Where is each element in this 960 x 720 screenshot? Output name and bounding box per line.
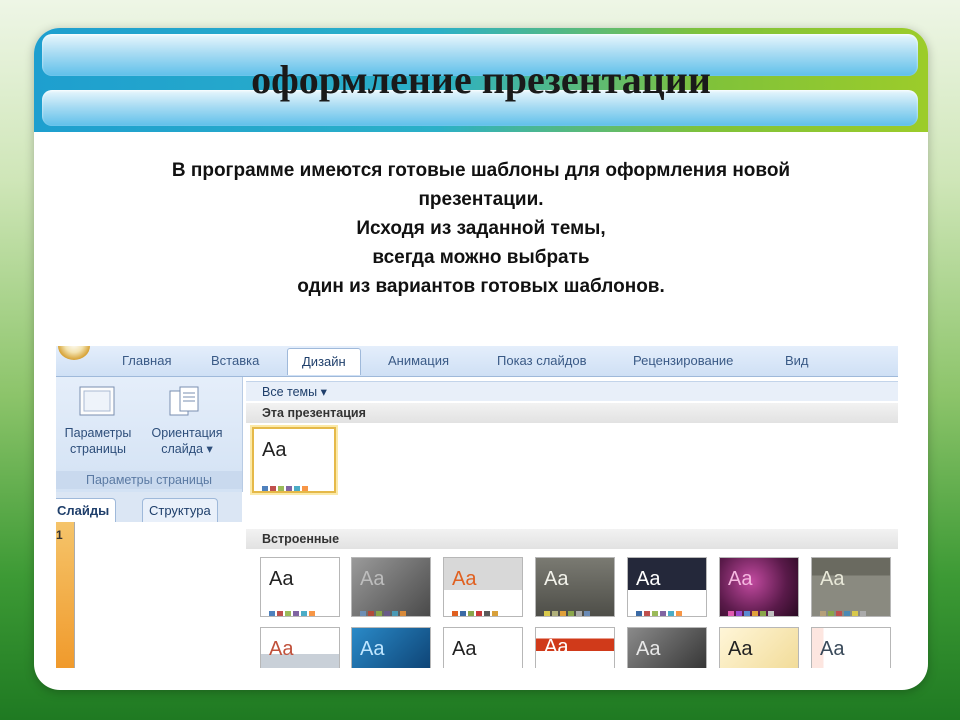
theme-colors [452, 604, 500, 616]
theme-purple[interactable]: Aa [719, 557, 799, 617]
theme-orange[interactable]: Aa [443, 557, 523, 617]
theme-olive[interactable]: Aa [535, 557, 615, 617]
theme-colors [262, 479, 310, 491]
tab-slideshow[interactable]: Показ слайдов [497, 353, 587, 368]
theme-colors [269, 604, 317, 616]
group-label: Параметры страницы [56, 471, 242, 489]
office-button-icon[interactable] [58, 346, 90, 360]
theme-sample-text: Aa [452, 568, 477, 590]
page-setup-group: Параметры страницы Ориентация слайда ▾ П… [56, 377, 243, 492]
slide-card: оформление презентации В программе имеют… [34, 28, 928, 690]
theme-sample-text: Aa [544, 636, 569, 658]
theme-sample-text: Aa [728, 638, 753, 660]
theme-current[interactable]: Aa [252, 427, 336, 493]
theme-colors [728, 604, 776, 616]
page-setup-label: Параметры [64, 426, 132, 440]
theme-colors [636, 604, 684, 616]
all-themes-dropdown[interactable]: Все темы ▾ [246, 381, 898, 401]
theme-cream[interactable]: Aa [719, 627, 799, 668]
theme-sample-text: Aa [360, 568, 385, 590]
slide-body: В программе имеются готовые шаблоны для … [34, 156, 928, 301]
body-line: В программе имеются готовые шаблоны для … [171, 160, 791, 181]
theme-red-text[interactable]: Aa [260, 627, 340, 668]
body-line: один из вариантов готовых шаблонов. [297, 276, 665, 297]
orientation-button[interactable]: Ориентация слайда ▾ [142, 425, 232, 457]
body-line: всегда можно выбрать [372, 247, 590, 268]
slide-strip [56, 522, 74, 668]
theme-sample-text: Aa [269, 638, 294, 660]
tab-design[interactable]: Дизайн [287, 348, 361, 375]
theme-red-band[interactable]: Aa [535, 627, 615, 668]
theme-sample-text: Aa [262, 439, 287, 461]
builtin-header: Встроенные [246, 529, 898, 549]
slides-panel: 1 [56, 522, 243, 668]
theme-sample-text: Aa [636, 568, 661, 590]
theme-sample-text: Aa [269, 568, 294, 590]
theme-stone[interactable]: Aa [811, 557, 891, 617]
orientation-label: слайда ▾ [161, 442, 213, 456]
theme-ocean[interactable]: Aa [351, 627, 431, 668]
theme-sample-text: Aa [360, 638, 385, 660]
theme-dark-blue[interactable]: Aa [627, 557, 707, 617]
tab-animation[interactable]: Анимация [388, 353, 449, 368]
theme-colors [360, 604, 408, 616]
theme-sample-text: Aa [544, 568, 569, 590]
page-setup-button[interactable]: Параметры страницы [58, 425, 138, 457]
slide-number: 1 [56, 528, 63, 542]
theme-colors [544, 604, 592, 616]
theme-sample-text: Aa [728, 568, 753, 590]
theme-office[interactable]: Aa [260, 557, 340, 617]
body-line: презентации. [418, 189, 544, 210]
tab-outline[interactable]: Структура [142, 498, 218, 523]
theme-flower[interactable]: Aa [443, 627, 523, 668]
tab-slides[interactable]: Слайды [56, 498, 117, 523]
powerpoint-screenshot: Главная Вставка Дизайн Анимация Показ сл… [56, 346, 898, 668]
theme-sample-text: Aa [820, 568, 845, 590]
tab-home[interactable]: Главная [122, 353, 171, 368]
page-setup-label: страницы [70, 442, 126, 456]
theme-sample-text: Aa [636, 638, 661, 660]
theme-sample-text: Aa [452, 638, 477, 660]
themes-gallery: Все темы ▾ Эта презентация Aa Встроенные… [246, 377, 898, 668]
ribbon-tabbar: Главная Вставка Дизайн Анимация Показ сл… [56, 346, 898, 377]
theme-coral[interactable]: Aa [811, 627, 891, 668]
theme-colors [820, 604, 868, 616]
theme-charcoal[interactable]: Aa [627, 627, 707, 668]
page-setup-icon[interactable] [78, 385, 116, 419]
slides-panel-tabs: Слайды Структура [56, 492, 242, 523]
tab-review[interactable]: Рецензирование [633, 353, 733, 368]
body-line: Исходя из заданной темы, [356, 218, 606, 239]
this-presentation-header: Эта презентация [246, 403, 898, 423]
tab-view[interactable]: Вид [785, 353, 809, 368]
slide-title: оформление презентации [251, 57, 711, 102]
tab-insert[interactable]: Вставка [211, 353, 259, 368]
orientation-label: Ориентация [151, 426, 223, 440]
slide-thumbnail[interactable] [74, 522, 243, 668]
orientation-icon[interactable] [166, 385, 204, 419]
theme-gray[interactable]: Aa [351, 557, 431, 617]
theme-sample-text: Aa [820, 638, 845, 660]
title-band: оформление презентации [34, 28, 928, 132]
